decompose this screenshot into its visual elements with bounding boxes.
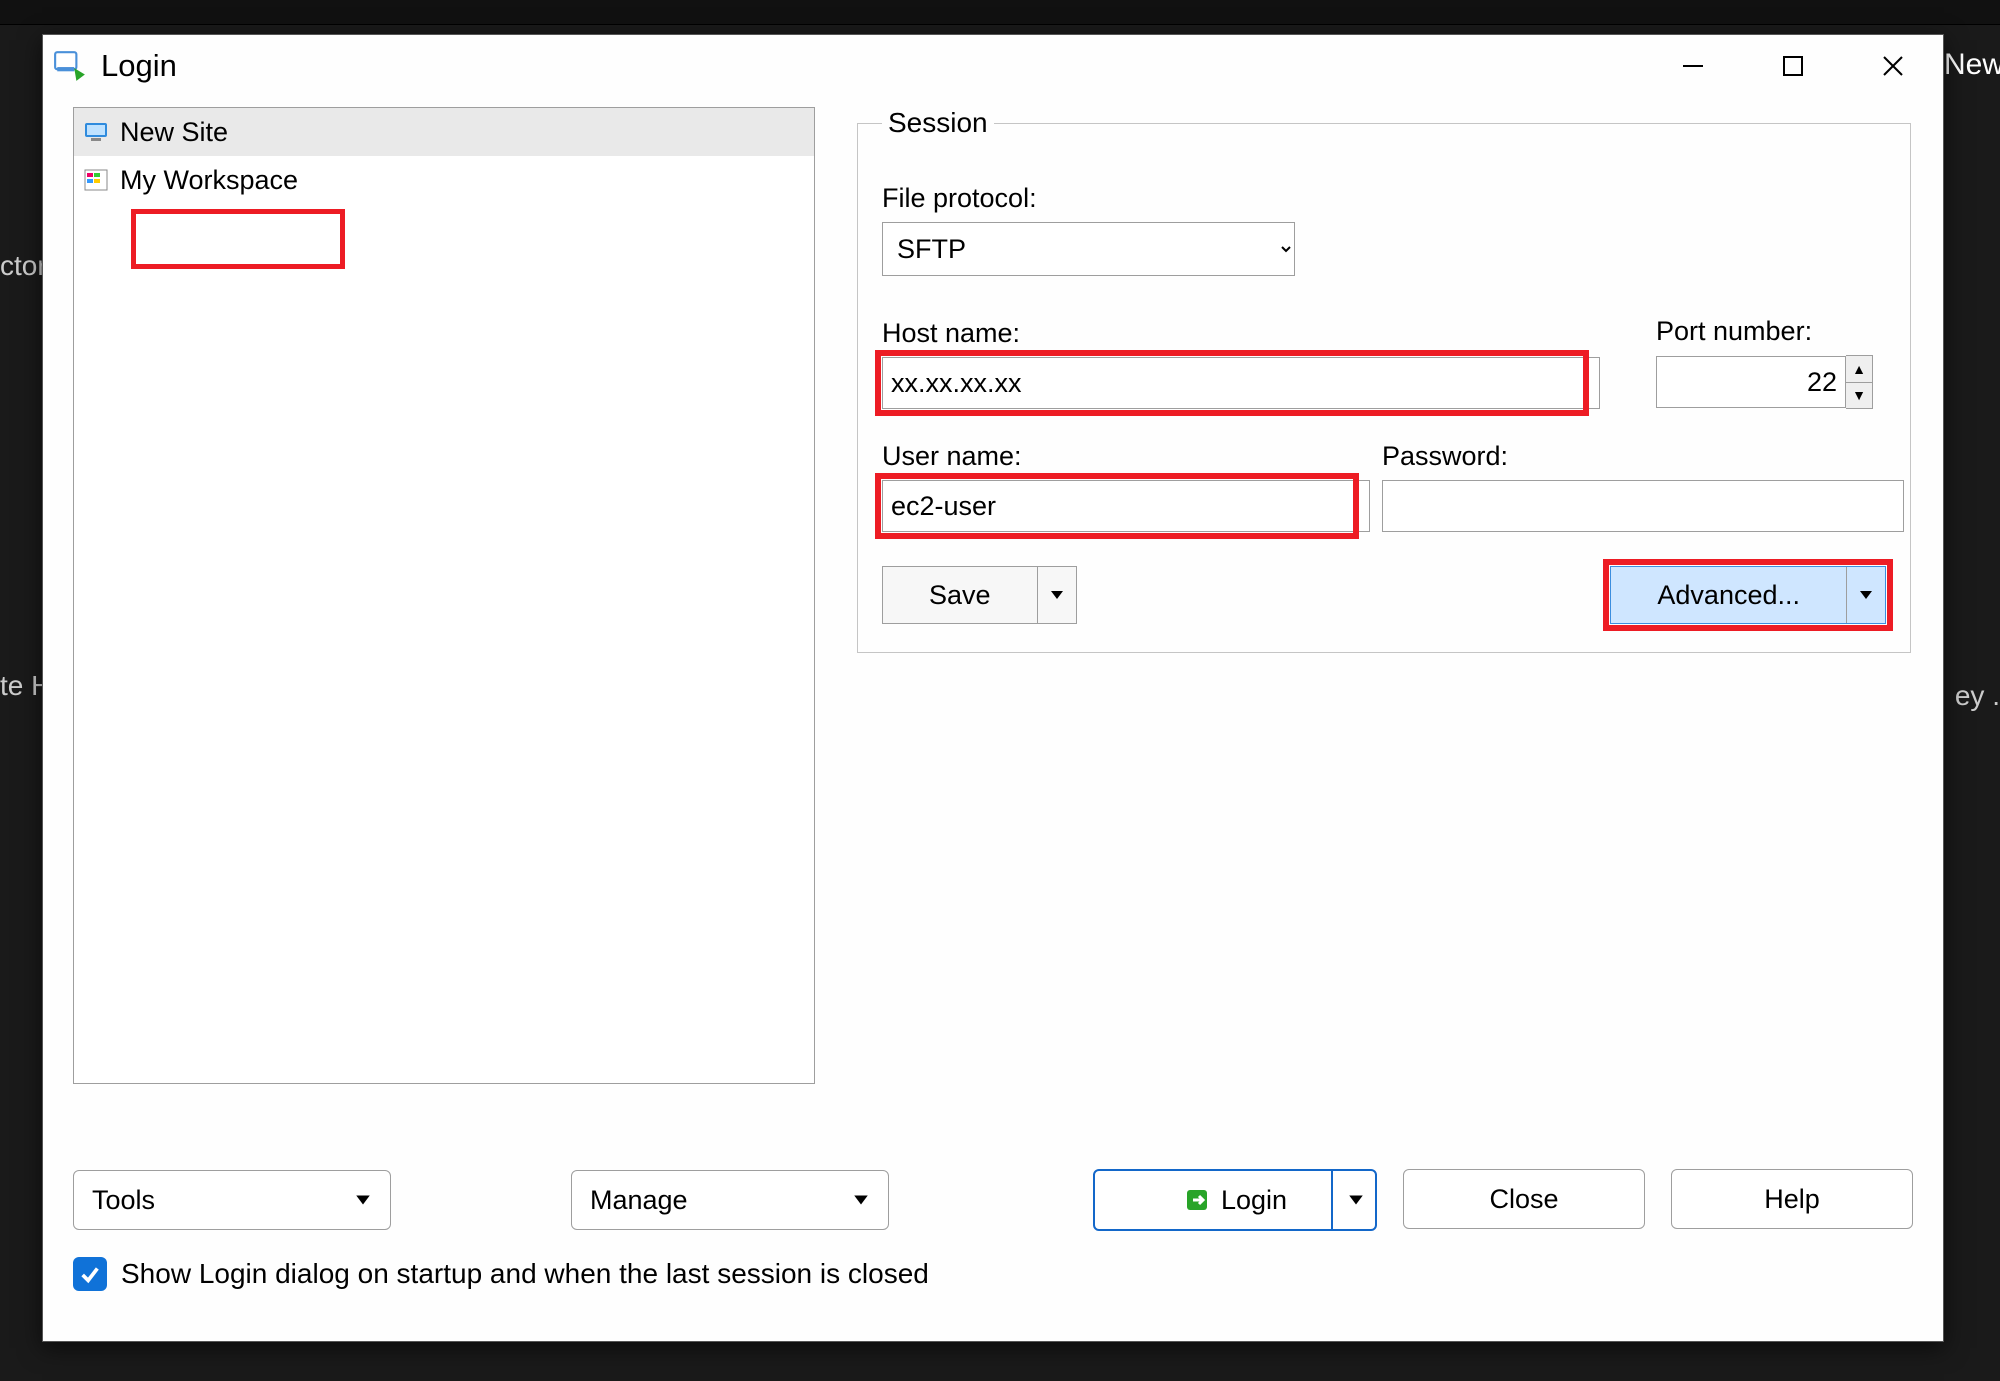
tools-button[interactable]: Tools xyxy=(73,1170,391,1230)
password-input[interactable] xyxy=(1382,480,1904,532)
protocol-label: File protocol: xyxy=(882,183,1886,214)
port-label: Port number: xyxy=(1656,316,1886,347)
port-number-input[interactable]: ▲ ▼ xyxy=(1656,355,1886,409)
login-button[interactable]: Login xyxy=(1093,1169,1377,1231)
site-item-label: My Workspace xyxy=(120,165,298,196)
tools-button-label: Tools xyxy=(92,1185,155,1216)
minimize-button[interactable] xyxy=(1653,40,1733,92)
advanced-button-label: Advanced... xyxy=(1611,567,1846,623)
port-number-field[interactable] xyxy=(1656,356,1846,408)
background-text-3: ey . xyxy=(1955,680,2000,712)
dialog-title: Login xyxy=(101,48,177,84)
help-button[interactable]: Help xyxy=(1671,1169,1913,1229)
close-button-label: Close xyxy=(1489,1184,1558,1215)
site-item-my-workspace[interactable]: My Workspace xyxy=(74,156,814,204)
background-text-1: ctor xyxy=(0,250,47,282)
session-group: Session File protocol: SFTP Host name: xyxy=(857,107,1911,653)
chevron-down-icon xyxy=(1347,1191,1365,1209)
login-icon xyxy=(1183,1186,1211,1214)
show-login-checkbox[interactable] xyxy=(73,1257,107,1291)
show-login-checkbox-row[interactable]: Show Login dialog on startup and when th… xyxy=(73,1257,929,1291)
user-name-input[interactable] xyxy=(882,480,1370,532)
site-item-new-site[interactable]: New Site xyxy=(74,108,814,156)
save-button-label: Save xyxy=(883,567,1037,623)
login-dialog: Login New Site My Workspace Session File… xyxy=(42,34,1944,1342)
advanced-caret[interactable] xyxy=(1846,567,1885,623)
sites-tree[interactable]: New Site My Workspace xyxy=(73,107,815,1084)
manage-button[interactable]: Manage xyxy=(571,1170,889,1230)
chevron-down-icon xyxy=(852,1191,870,1209)
save-caret[interactable] xyxy=(1037,567,1076,623)
show-login-label: Show Login dialog on startup and when th… xyxy=(121,1258,929,1290)
file-protocol-select[interactable]: SFTP xyxy=(882,222,1295,276)
host-name-input[interactable] xyxy=(882,357,1600,409)
help-button-label: Help xyxy=(1764,1184,1820,1215)
host-label: Host name: xyxy=(882,318,1582,349)
background-tab-label: New xyxy=(1944,48,2000,82)
app-icon xyxy=(53,49,87,83)
highlight-new-site xyxy=(131,209,345,269)
manage-button-label: Manage xyxy=(590,1185,688,1216)
user-label: User name: xyxy=(882,441,1352,472)
password-label: Password: xyxy=(1382,441,1886,472)
check-icon xyxy=(79,1263,101,1285)
port-spin-down[interactable]: ▼ xyxy=(1846,383,1872,409)
chevron-down-icon xyxy=(354,1191,372,1209)
background-toolbar xyxy=(0,0,2000,25)
login-button-label: Login xyxy=(1221,1185,1287,1216)
advanced-button[interactable]: Advanced... xyxy=(1610,566,1886,624)
session-legend: Session xyxy=(882,107,994,139)
save-button[interactable]: Save xyxy=(882,566,1077,624)
site-item-label: New Site xyxy=(120,117,228,148)
maximize-button[interactable] xyxy=(1753,40,1833,92)
close-button[interactable] xyxy=(1853,40,1933,92)
close-button-bottom[interactable]: Close xyxy=(1403,1169,1645,1229)
titlebar: Login xyxy=(43,35,1943,97)
port-spin-up[interactable]: ▲ xyxy=(1846,356,1872,383)
computer-icon xyxy=(82,118,110,146)
workspace-icon xyxy=(82,166,110,194)
